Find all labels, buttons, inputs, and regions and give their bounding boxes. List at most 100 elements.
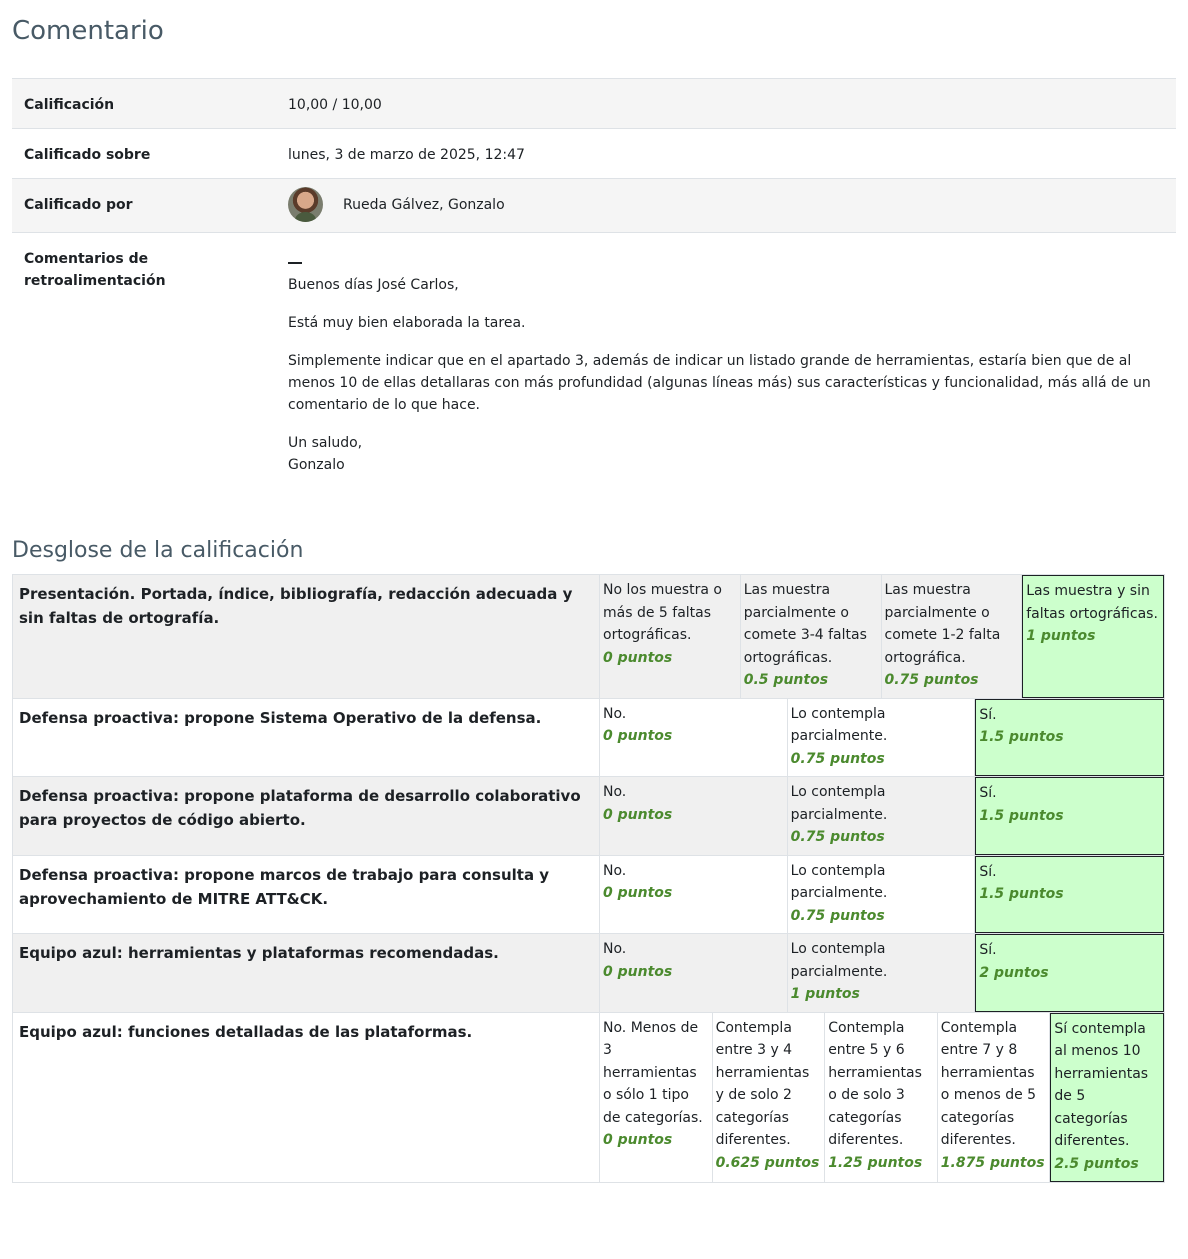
criterion-levels: No los muestra o más de 5 faltas ortográ…: [600, 575, 1164, 698]
level-selected: Sí. 1.5 puntos: [975, 698, 1165, 776]
level-score: 2 puntos: [979, 964, 1049, 981]
level-definition: Sí.: [979, 785, 997, 801]
level-score: 0.5 puntos: [743, 672, 829, 688]
graded-on-label: Calificado sobre: [12, 128, 276, 179]
rubric-criterion-row: Defensa proactiva: propone plataforma de…: [12, 776, 1165, 856]
level-definition: No los muestra o más de 5 faltas ortográ…: [603, 582, 722, 643]
level-definition: Sí contempla al menos 10 herramientas de…: [1054, 1020, 1149, 1150]
feedback-comments-text: Buenos días José Carlos, Está muy bien e…: [288, 252, 1164, 476]
grader[interactable]: Rueda Gálvez, Gonzalo: [288, 187, 1164, 222]
level: Contempla entre 5 y 6 herramientas o de …: [825, 1012, 938, 1182]
level: Las muestra parcialmente o comete 1-2 fa…: [882, 575, 1023, 698]
level-score: 0.625 puntos: [715, 1154, 820, 1171]
criterion-description: Defensa proactiva: propone Sistema Opera…: [12, 697, 600, 777]
level-score: 0 puntos: [603, 806, 673, 823]
level-score: 0 puntos: [603, 649, 673, 666]
level-selected: Sí. 2 puntos: [975, 934, 1165, 1012]
graded-on-row: Calificado sobre lunes, 3 de marzo de 20…: [12, 128, 1176, 179]
rubric-criterion-row: Equipo azul: herramientas y plataformas …: [12, 933, 1165, 1013]
feedback-paragraph: Está muy bien elaborada la tarea.: [288, 315, 526, 331]
level-definition: Las muestra parcialmente o comete 3-4 fa…: [743, 582, 867, 666]
level-score: 1.5 puntos: [979, 807, 1064, 824]
level: No. 0 puntos: [600, 777, 788, 855]
rubric-criterion-row: Defensa proactiva: propone Sistema Opera…: [12, 697, 1165, 777]
level-score: 1.5 puntos: [979, 886, 1064, 902]
level: No. 0 puntos: [600, 934, 788, 1012]
level-score: 0 puntos: [603, 963, 673, 980]
level: No los muestra o más de 5 faltas ortográ…: [600, 575, 741, 698]
rubric-criterion-row: Defensa proactiva: propone marcos de tra…: [12, 854, 1165, 934]
level-score: 0 puntos: [603, 1132, 673, 1148]
level-definition: Contempla entre 7 y 8 herramientas o men…: [940, 1019, 1037, 1149]
page: Comentario Calificación 10,00 / 10,00 Ca…: [0, 0, 1188, 1183]
level-score: 0 puntos: [603, 728, 673, 744]
criterion-levels: No. 0 puntos Lo contempla parcialmente. 1 p…: [600, 934, 1165, 1012]
criterion-description: Equipo azul: funciones detalladas de las…: [12, 1011, 600, 1183]
level-definition: No.: [603, 862, 627, 879]
criterion-levels: No. Menos de 3 herramientas o sólo 1 tip…: [600, 1012, 1164, 1182]
avatar[interactable]: [288, 187, 323, 222]
feedback-table: Calificación 10,00 / 10,00 Calificado so…: [12, 78, 1176, 476]
feedback-paragraph: Simplemente indicar que en el apartado 3…: [288, 353, 1151, 413]
rubric-table: Presentación. Portada, índice, bibliogra…: [12, 574, 1165, 1183]
criterion-levels: No. 0 puntos Lo contempla parcialmente. 0.7…: [600, 698, 1165, 776]
level: No. 0 puntos: [600, 698, 788, 776]
rubric-criterion-row: Equipo azul: funciones detalladas de las…: [12, 1011, 1165, 1183]
level-definition: Contempla entre 5 y 6 herramientas o de …: [828, 1019, 922, 1149]
level-definition: Sí.: [979, 942, 997, 958]
level: Lo contempla parcialmente. 0.75 puntos: [787, 855, 976, 933]
level-score: 0.75 puntos: [790, 907, 885, 924]
level-score: 1 puntos: [1026, 628, 1096, 644]
level-score: 0.75 puntos: [790, 750, 885, 767]
level-score: 0 puntos: [603, 885, 673, 901]
desglose-heading: Desglose de la calificación: [12, 538, 304, 563]
level-selected: Sí. 1.5 puntos: [975, 777, 1165, 855]
graded-by-label: Calificado por: [12, 178, 276, 233]
criterion-description: Defensa proactiva: propone plataforma de…: [12, 776, 600, 856]
level: Contempla entre 7 y 8 herramientas o men…: [937, 1012, 1051, 1182]
separator-dash: [288, 252, 302, 264]
level-definition: Lo contempla parcialmente.: [790, 862, 888, 902]
level-score: 1.25 puntos: [828, 1154, 923, 1171]
level-definition: Sí.: [979, 863, 997, 880]
rubric-criterion-row: Presentación. Portada, índice, bibliogra…: [12, 574, 1165, 699]
level-score: 1.5 puntos: [979, 729, 1064, 745]
level-definition: No.: [603, 705, 627, 722]
criterion-levels: No. 0 puntos Lo contempla parcialmente. 0.7…: [600, 855, 1165, 933]
level-score: 0.75 puntos: [790, 829, 885, 845]
level-score: 1 puntos: [790, 986, 860, 1002]
level-definition: Lo contempla parcialmente.: [790, 941, 888, 980]
feedback-comments-row: Comentarios de retroalimentación Buenos …: [12, 232, 1176, 476]
level-selected: Sí. 1.5 puntos: [975, 855, 1165, 933]
grader-name[interactable]: Rueda Gálvez, Gonzalo: [343, 194, 505, 216]
level-definition: No.: [603, 941, 627, 957]
level-definition: Contempla entre 3 y 4 herramientas y de …: [715, 1019, 810, 1149]
feedback-paragraph: Buenos días José Carlos,: [288, 277, 459, 293]
level-definition: Lo contempla parcialmente.: [790, 784, 888, 823]
level: Contempla entre 3 y 4 herramientas y de …: [712, 1012, 826, 1182]
level-definition: Las muestra y sin faltas ortográficas.: [1026, 583, 1158, 622]
level-definition: No.: [603, 784, 627, 800]
level-definition: Lo contempla parcialmente.: [790, 705, 888, 745]
level-selected: Sí contempla al menos 10 herramientas de…: [1050, 1012, 1164, 1182]
grade-row: Calificación 10,00 / 10,00: [12, 78, 1176, 129]
feedback-signature: Gonzalo: [288, 457, 345, 473]
criterion-description: Presentación. Portada, índice, bibliogra…: [12, 574, 600, 699]
level-definition: Las muestra parcialmente o comete 1-2 fa…: [884, 582, 1001, 666]
criterion-description: Equipo azul: herramientas y plataformas …: [12, 933, 600, 1013]
level-definition: Sí.: [979, 706, 997, 723]
comentario-heading: Comentario: [12, 16, 164, 46]
graded-on-value: lunes, 3 de marzo de 2025, 12:47: [276, 128, 1176, 179]
level: Lo contempla parcialmente. 0.75 puntos: [787, 698, 976, 776]
feedback-comments-label: Comentarios de retroalimentación: [12, 232, 276, 476]
level-score: 0.75 puntos: [884, 672, 979, 688]
grade-label: Calificación: [12, 78, 276, 129]
graded-by-row: Calificado por Rueda Gálvez, Gonzalo: [12, 178, 1176, 233]
level-score: 1.875 puntos: [940, 1154, 1045, 1171]
level-definition: No. Menos de 3 herramientas o sólo 1 tip…: [603, 1019, 703, 1126]
level: Lo contempla parcialmente. 1 puntos: [788, 934, 976, 1012]
level-selected: Las muestra y sin faltas ortográficas. 1 …: [1022, 575, 1164, 698]
criterion-description: Defensa proactiva: propone marcos de tra…: [12, 854, 600, 934]
level: No. 0 puntos: [600, 855, 788, 933]
level: Las muestra parcialmente o comete 3-4 fa…: [741, 575, 882, 698]
